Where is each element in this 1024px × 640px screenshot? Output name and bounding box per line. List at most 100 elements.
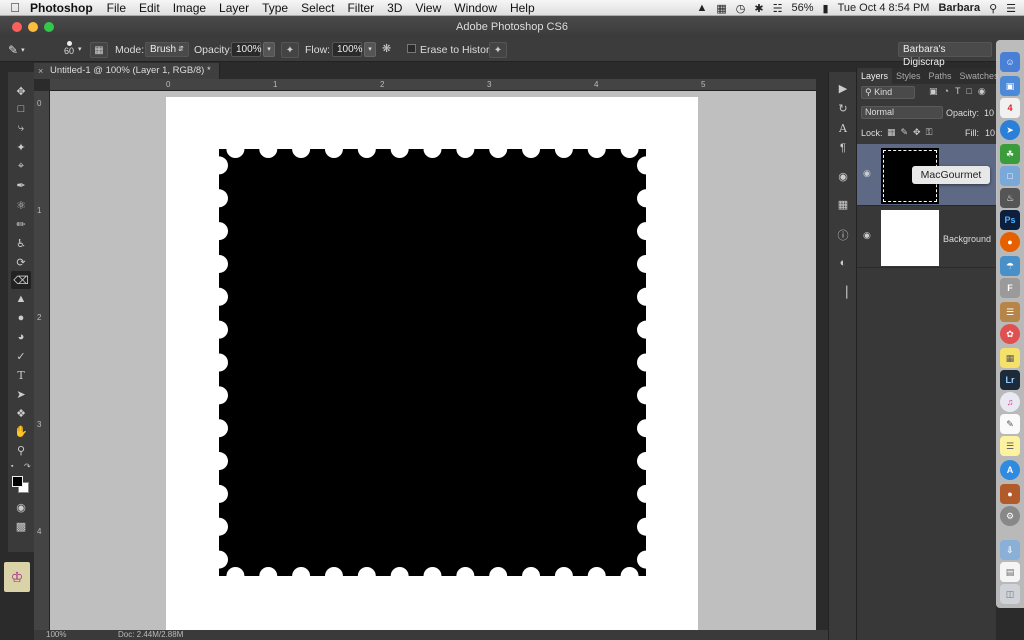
notes-dock-icon[interactable]: ☰ bbox=[1000, 436, 1020, 456]
finder-dock-icon[interactable]: ☺ bbox=[1000, 52, 1020, 72]
trash-dock-icon[interactable]: ◫ bbox=[1000, 584, 1020, 604]
history-panel-icon[interactable]: ↻ bbox=[835, 100, 851, 116]
bluetooth-icon[interactable]: ✱ bbox=[754, 2, 763, 15]
histogram-panel-icon[interactable]: ▕ bbox=[835, 284, 851, 300]
eyedropper-tool-icon[interactable]: ✒ bbox=[11, 176, 31, 194]
opacity-dropdown[interactable]: ▾ bbox=[263, 42, 275, 57]
paint-bucket-tool-icon[interactable]: ▲ bbox=[11, 290, 31, 308]
photo-booth-dock-icon[interactable]: ● bbox=[1000, 484, 1020, 504]
menu-layer[interactable]: Layer bbox=[219, 1, 249, 15]
photo-app-dock-icon[interactable]: ▣ bbox=[1000, 76, 1020, 96]
visibility-eye-icon[interactable]: ◉ bbox=[863, 230, 871, 241]
adobe-status-icon[interactable]: ▲ bbox=[696, 2, 707, 14]
minimize-window-button[interactable] bbox=[28, 22, 38, 32]
collapse-panels-icon[interactable]: ▶ bbox=[835, 80, 851, 96]
desktop-app-icon[interactable]: ♔ bbox=[4, 562, 30, 592]
stickies-dock-icon[interactable]: ▦ bbox=[1000, 348, 1020, 368]
macgourmet-dock-icon[interactable]: ♨ bbox=[1000, 188, 1020, 208]
menu-edit[interactable]: Edit bbox=[139, 1, 160, 15]
history-brush-tool-icon[interactable]: ⟳ bbox=[11, 253, 31, 271]
tool-preset-picker[interactable]: ✎ ▾ bbox=[8, 42, 44, 58]
marquee-tool-icon[interactable]: □ bbox=[11, 100, 31, 118]
paragraph-panel-icon[interactable]: ¶ bbox=[835, 140, 851, 156]
blend-mode-select[interactable]: Normal bbox=[861, 106, 943, 119]
layer-opacity-value[interactable]: 10 bbox=[984, 108, 994, 118]
fill-value[interactable]: 10 bbox=[985, 128, 995, 138]
menu-help[interactable]: Help bbox=[510, 1, 535, 15]
pressure-size-icon[interactable]: ✦ bbox=[489, 42, 507, 58]
document-canvas[interactable] bbox=[166, 97, 698, 630]
firefox-dock-icon[interactable]: ● bbox=[1000, 232, 1020, 252]
menu-file[interactable]: File bbox=[107, 1, 126, 15]
screen-mode-icon[interactable]: ▩ bbox=[11, 517, 31, 535]
postage-stamp-shape[interactable] bbox=[166, 97, 698, 630]
battery-percent[interactable]: 56% bbox=[791, 2, 813, 14]
visibility-eye-icon[interactable]: ◉ bbox=[863, 168, 871, 179]
apple-menu-icon[interactable]:  bbox=[0, 0, 30, 15]
magic-wand-tool-icon[interactable]: ✦ bbox=[11, 138, 31, 156]
info-panel-icon[interactable]: ⓘ bbox=[835, 227, 851, 243]
mode-select[interactable]: Brush ⇵ bbox=[145, 42, 189, 57]
safari-dock-icon[interactable]: ➤ bbox=[1000, 120, 1020, 140]
downloads-stack-dock-icon[interactable]: ⇩ bbox=[1000, 540, 1020, 560]
lasso-tool-icon[interactable]: ⤷ bbox=[11, 119, 31, 137]
menubar-clock[interactable]: Tue Oct 4 8:54 PM bbox=[838, 2, 930, 14]
spotlight-icon[interactable]: ⚲ bbox=[989, 2, 997, 15]
font-app-dock-icon[interactable]: F bbox=[1000, 278, 1020, 298]
brush-tool-icon[interactable]: ✏ bbox=[11, 215, 31, 233]
zoom-tool-icon[interactable]: ⚲ bbox=[11, 441, 31, 459]
pen-tool-icon[interactable]: ✓ bbox=[11, 347, 31, 365]
photoshop-dock-icon[interactable]: Ps bbox=[1000, 210, 1020, 230]
menubar-user[interactable]: Barbara bbox=[938, 2, 980, 14]
tab-layers[interactable]: Layers bbox=[857, 68, 893, 84]
textedit-dock-icon[interactable]: ✎ bbox=[1000, 414, 1020, 434]
airbrush-icon[interactable]: ❋ bbox=[382, 42, 391, 55]
hand-tool-icon[interactable]: ✋ bbox=[11, 422, 31, 440]
path-selection-tool-icon[interactable]: ➤ bbox=[11, 385, 31, 403]
layer-filter-icons[interactable]: ▣◔T□◉ bbox=[929, 86, 992, 97]
layer-row-background[interactable]: ◉ Background bbox=[857, 206, 997, 268]
opacity-input[interactable]: 100% bbox=[231, 42, 262, 57]
calendar-dock-icon[interactable]: 4 bbox=[1000, 98, 1020, 118]
brush-size-chevron-icon[interactable]: ▾ bbox=[78, 45, 82, 53]
pressure-opacity-icon[interactable]: ✦ bbox=[281, 42, 299, 58]
preview-dock-icon[interactable]: □ bbox=[1000, 166, 1020, 186]
menu-3d[interactable]: 3D bbox=[387, 1, 402, 15]
erase-history-checkbox[interactable] bbox=[407, 44, 416, 53]
foreground-color-swatch[interactable] bbox=[12, 476, 23, 487]
zoom-window-button[interactable] bbox=[44, 22, 54, 32]
crop-tool-icon[interactable]: ⌖ bbox=[11, 157, 31, 175]
status-zoom[interactable]: 100% bbox=[46, 630, 66, 639]
tab-styles[interactable]: Styles bbox=[892, 68, 925, 84]
battery-icon[interactable]: ▮ bbox=[823, 2, 829, 15]
clone-stamp-tool-icon[interactable]: ♿ bbox=[11, 234, 31, 252]
app-store-dock-icon[interactable]: A bbox=[1000, 460, 1020, 480]
menu-select[interactable]: Select bbox=[301, 1, 334, 15]
character-panel-icon[interactable]: A bbox=[835, 120, 851, 136]
swap-colors-icon[interactable]: ↷ bbox=[24, 462, 31, 471]
close-window-button[interactable] bbox=[12, 22, 22, 32]
healing-brush-tool-icon[interactable]: ⚛ bbox=[11, 196, 31, 214]
wifi-icon[interactable]: ☵ bbox=[773, 2, 783, 15]
swatches-panel-icon[interactable]: ▦ bbox=[835, 196, 851, 212]
document-tab[interactable]: × Untitled-1 @ 100% (Layer 1, RGB/8) * bbox=[34, 63, 220, 79]
dodge-tool-icon[interactable]: ◕ bbox=[11, 328, 31, 346]
notification-center-icon[interactable]: ☰ bbox=[1006, 2, 1016, 15]
shape-tool-icon[interactable]: ❖ bbox=[11, 404, 31, 422]
notes-app-dock-icon[interactable]: ☰ bbox=[1000, 302, 1020, 322]
eraser-tool-icon[interactable]: ⌫ bbox=[11, 271, 31, 289]
grid-status-icon[interactable]: ▦ bbox=[716, 2, 726, 15]
app-dock-icon[interactable]: ☂ bbox=[1000, 256, 1020, 276]
blur-tool-icon[interactable]: ● bbox=[11, 309, 31, 327]
system-preferences-dock-icon[interactable]: ⚙ bbox=[1000, 506, 1020, 526]
type-tool-icon[interactable]: T bbox=[11, 366, 31, 384]
frog-app-dock-icon[interactable]: ☘ bbox=[1000, 144, 1020, 164]
flow-input[interactable]: 100% bbox=[332, 42, 363, 57]
default-colors-icon[interactable]: ▪ bbox=[11, 463, 13, 470]
styles-panel-icon[interactable]: ◉ bbox=[835, 168, 851, 184]
quick-mask-icon[interactable]: ◉ bbox=[11, 498, 31, 516]
move-tool-icon[interactable]: ✥ bbox=[11, 82, 31, 100]
lightroom-dock-icon[interactable]: Lr bbox=[1000, 370, 1020, 390]
photos-dock-icon[interactable]: ✿ bbox=[1000, 324, 1020, 344]
lock-options-icons[interactable]: ▦✎✥⚿ bbox=[887, 127, 937, 138]
